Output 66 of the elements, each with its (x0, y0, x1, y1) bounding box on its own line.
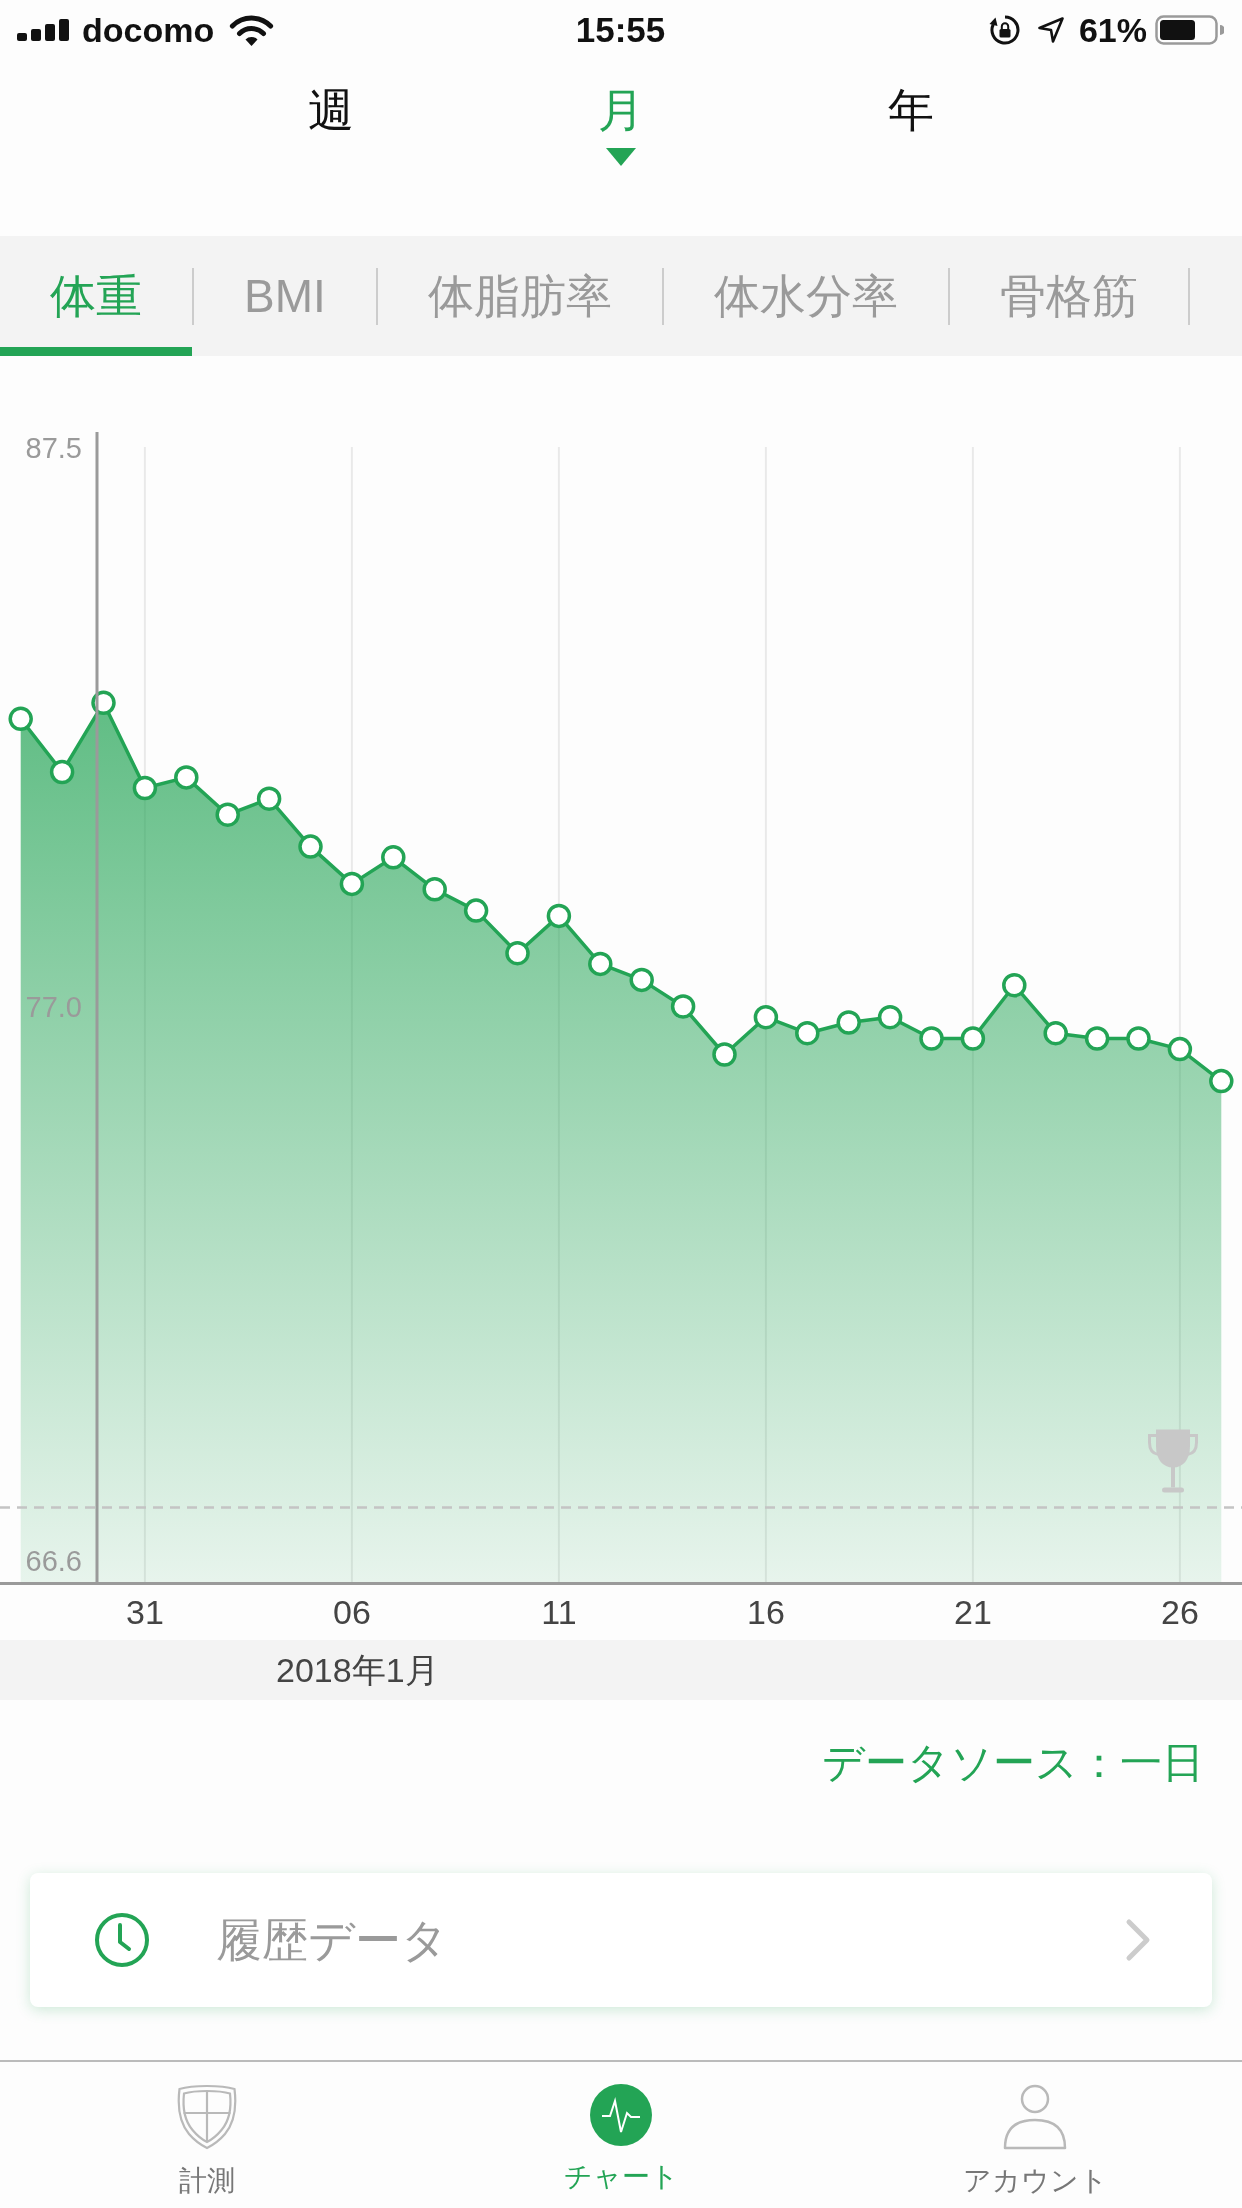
point (795, 1020, 820, 1046)
point (836, 1010, 861, 1035)
tab-bar-item[interactable]: アカウント (962, 2062, 1108, 2208)
x-axis-label: 06 (333, 1593, 371, 1631)
point (960, 1026, 986, 1051)
tab-bar-item[interactable]: 計測 (176, 2062, 238, 2208)
person-icon (1003, 2084, 1067, 2150)
period-tab[interactable]: 月 (598, 82, 644, 138)
metric-tab[interactable]: 体水分率 (663, 236, 948, 356)
point (422, 877, 447, 902)
history-data-row[interactable]: 履歴データ (30, 1873, 1212, 2007)
point (132, 775, 158, 801)
x-axis-label: 11 (541, 1593, 577, 1631)
battery-icon (1155, 15, 1224, 45)
point (588, 951, 613, 977)
x-axis-label: 21 (954, 1593, 992, 1631)
x-axis-label: 31 (126, 1593, 164, 1631)
metric-tab[interactable]: 体重 (0, 236, 192, 356)
tab-bar-item[interactable]: チャート (563, 2062, 679, 2208)
metric-tab[interactable]: 体脂肪率 (377, 236, 662, 356)
trophy-icon (1148, 1429, 1198, 1493)
location-arrow-icon (1037, 17, 1064, 43)
point (49, 759, 75, 785)
orientation-lock-icon (988, 14, 1021, 46)
shield-icon (176, 2084, 238, 2150)
point (670, 994, 696, 1019)
point (919, 1026, 944, 1051)
point (753, 1004, 779, 1030)
data-source-link[interactable]: データソース：一日 (822, 1740, 1204, 1786)
point (8, 706, 33, 732)
point (215, 802, 240, 827)
point (1209, 1068, 1234, 1094)
point (339, 871, 365, 897)
point (505, 940, 530, 966)
clock-icon (94, 1912, 150, 1968)
point (1043, 1020, 1068, 1046)
x-axis-label: 26 (1161, 1593, 1199, 1631)
triangle-icon (606, 148, 636, 166)
point (546, 903, 572, 929)
period-tab[interactable]: 年 (888, 82, 934, 138)
point (629, 967, 654, 993)
point (256, 786, 282, 811)
point (463, 898, 489, 923)
carrier-name: docomo (82, 9, 215, 51)
point (1126, 1026, 1151, 1051)
point (1167, 1036, 1193, 1062)
point (712, 1042, 737, 1067)
month-label: 2018年1月 (276, 1651, 439, 1689)
y-axis-label: 87.5 (25, 431, 82, 464)
y-axis-label: 66.6 (25, 1545, 82, 1578)
signal-icon (17, 19, 71, 41)
period-tab[interactable]: 週 (308, 82, 354, 138)
metric-tab[interactable]: BMI (194, 236, 376, 356)
pulse-icon (590, 2084, 652, 2146)
point (381, 845, 406, 870)
point (298, 834, 323, 859)
point (877, 1004, 903, 1030)
x-axis-label: 16 (747, 1593, 785, 1631)
metric-tab[interactable]: 骨格筋 (949, 236, 1188, 356)
chevron-right-icon (1125, 1918, 1152, 1962)
point (1084, 1026, 1110, 1051)
wifi-icon (229, 13, 275, 47)
point (1002, 972, 1027, 998)
battery-percent: 61% (1078, 9, 1147, 51)
clock-time: 15:55 (575, 8, 666, 51)
point (174, 765, 199, 790)
